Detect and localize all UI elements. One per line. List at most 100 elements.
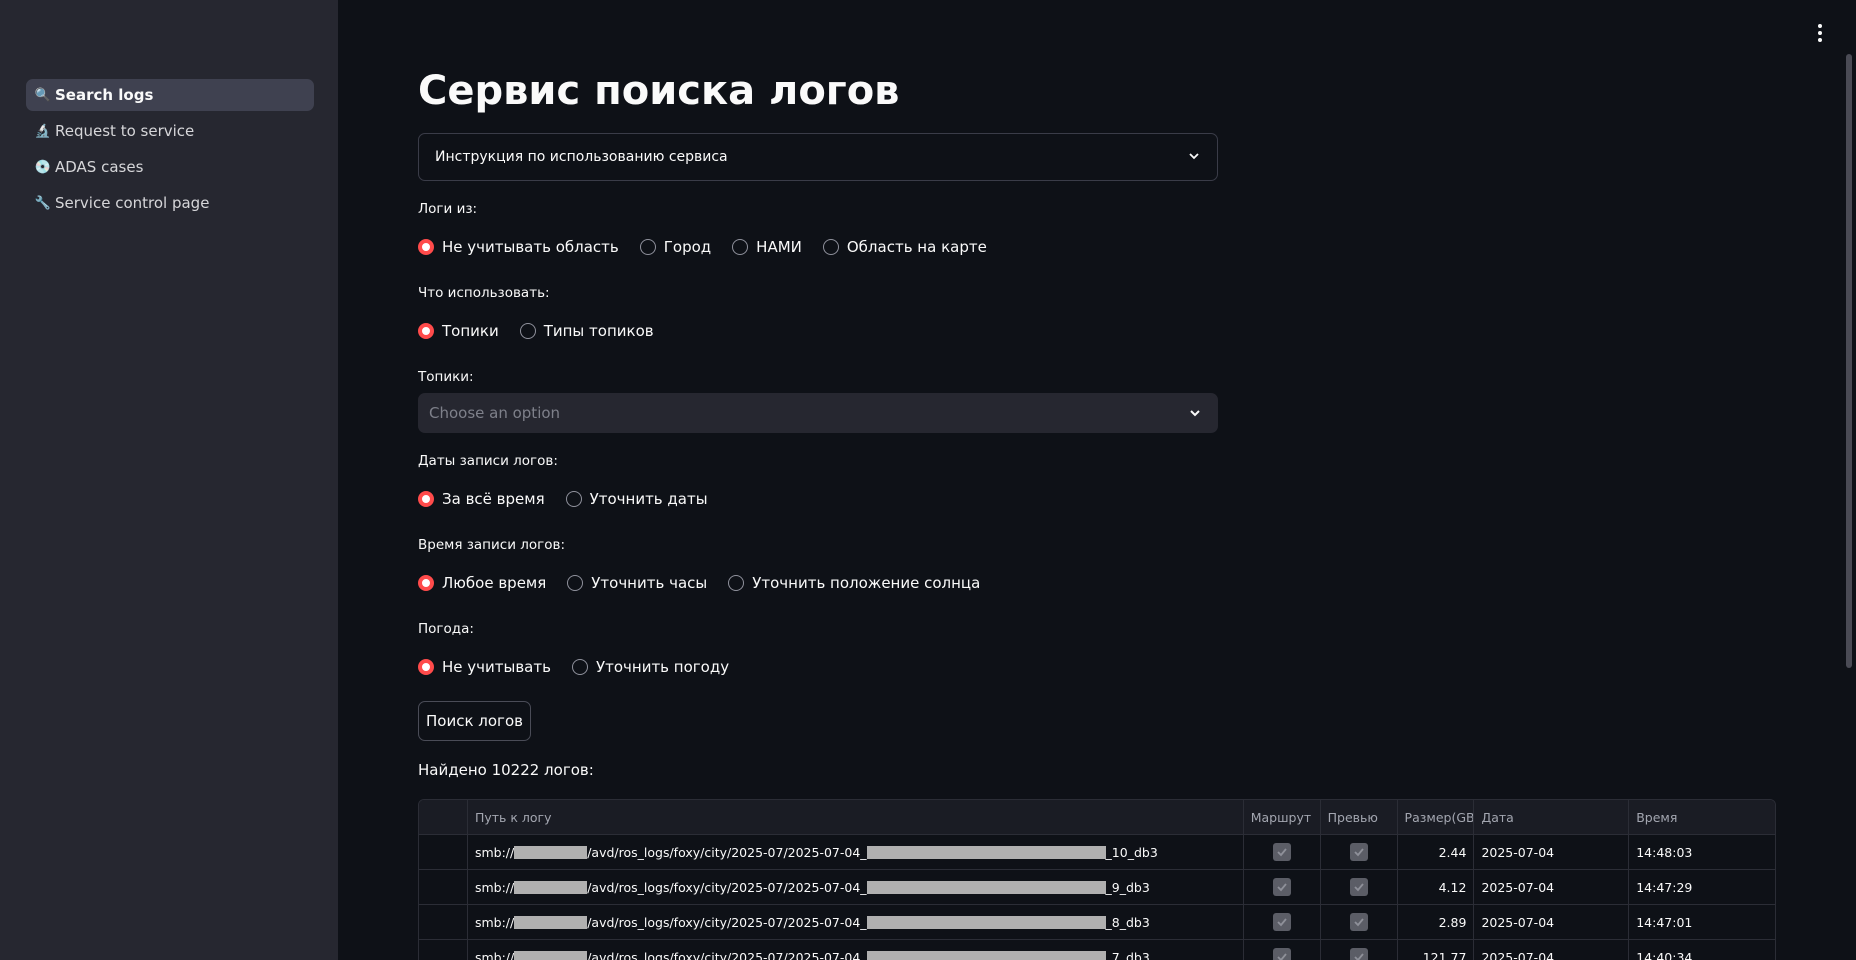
sidebar-item-search-logs[interactable]: 🔍 Search logs <box>26 79 314 111</box>
dates-label: Даты записи логов: <box>418 453 558 469</box>
time-cell: 14:47:01 <box>1636 914 1693 930</box>
radio-all-time[interactable]: За всё время <box>418 490 545 508</box>
row-index <box>419 870 468 904</box>
table-row[interactable]: smb:///avd/ros_logs/foxy/city/2025-07/20… <box>419 940 1775 960</box>
table-header: Путь к логу Маршрут Превью Размер(GB) Да… <box>419 800 1775 835</box>
time-label: Время записи логов: <box>418 537 566 553</box>
column-header-date[interactable]: Дата <box>1474 800 1630 834</box>
more-vertical-icon <box>1818 23 1822 28</box>
checkbox-checked-icon <box>1272 843 1291 861</box>
radio-topics[interactable]: Топики <box>418 322 499 340</box>
table-row[interactable]: smb:///avd/ros_logs/foxy/city/2025-07/20… <box>419 835 1775 870</box>
radio-label: Область на карте <box>846 238 987 256</box>
time-radio-group: Любое время Уточнить часы Уточнить полож… <box>418 574 1001 592</box>
redacted-block <box>866 880 1106 894</box>
sidebar: 🔍 Search logs 🔬 Request to service 💿 ADA… <box>0 0 338 960</box>
redacted-block <box>514 845 588 859</box>
radio-label: За всё время <box>442 490 545 508</box>
radio-label: Уточнить погоду <box>595 658 730 676</box>
index-header <box>419 800 468 834</box>
radio-topic-types[interactable]: Типы топиков <box>519 322 654 340</box>
time-cell: 14:47:29 <box>1636 879 1693 895</box>
radio-logs-from-map-area[interactable]: Область на карте <box>822 238 987 256</box>
log-path-cell[interactable]: smb:///avd/ros_logs/foxy/city/2025-07/20… <box>468 940 1244 960</box>
route-cell <box>1244 905 1321 939</box>
preview-cell <box>1321 940 1398 960</box>
radio-any-time[interactable]: Любое время <box>418 574 546 592</box>
column-header-route[interactable]: Маршрут <box>1244 800 1321 834</box>
checkbox-checked-icon <box>1349 948 1368 960</box>
radio-logs-from-city[interactable]: Город <box>639 238 712 256</box>
size-cell: 2.44 <box>1398 835 1475 869</box>
route-cell <box>1244 835 1321 869</box>
checkbox-checked-icon <box>1272 878 1291 896</box>
weather-radio-group: Не учитывать Уточнить погоду <box>418 658 750 676</box>
radio-weather-ignore[interactable]: Не учитывать <box>418 658 551 676</box>
date-cell: 2025-07-04 <box>1474 905 1630 939</box>
radio-label: Уточнить даты <box>589 490 708 508</box>
search-logs-button[interactable]: Поиск логов <box>418 701 531 741</box>
log-path-cell[interactable]: smb:///avd/ros_logs/foxy/city/2025-07/20… <box>468 870 1244 904</box>
radio-unchecked-icon <box>732 239 749 255</box>
sidebar-item-service-control[interactable]: 🔧 Service control page <box>26 187 314 219</box>
table-row[interactable]: smb:///avd/ros_logs/foxy/city/2025-07/20… <box>419 905 1775 940</box>
sidebar-item-label: Search logs <box>55 86 154 104</box>
results-table[interactable]: Путь к логу Маршрут Превью Размер(GB) Да… <box>418 799 1776 960</box>
route-cell <box>1244 940 1321 960</box>
column-header-size[interactable]: Размер(GB) <box>1398 800 1475 834</box>
log-path-cell[interactable]: smb:///avd/ros_logs/foxy/city/2025-07/20… <box>468 905 1244 939</box>
weather-label: Погода: <box>418 621 474 637</box>
topics-label: Топики: <box>418 369 474 385</box>
microscope-icon: 🔬 <box>34 123 52 139</box>
chevron-down-icon <box>1190 410 1200 417</box>
magnifier-icon: 🔍 <box>34 87 52 103</box>
radio-label: Не учитывать область <box>442 238 619 256</box>
instructions-expander[interactable]: Инструкция по использованию сервиса <box>418 133 1218 181</box>
table-row[interactable]: smb:///avd/ros_logs/foxy/city/2025-07/20… <box>419 870 1775 905</box>
log-path-cell[interactable]: smb:///avd/ros_logs/foxy/city/2025-07/20… <box>468 835 1244 869</box>
radio-specify-weather[interactable]: Уточнить погоду <box>571 658 730 676</box>
radio-checked-icon <box>418 575 434 591</box>
redacted-block <box>866 915 1106 929</box>
time-cell: 14:40:34 <box>1636 949 1693 960</box>
radio-unchecked-icon <box>728 575 745 591</box>
topics-select[interactable]: Choose an option <box>418 393 1218 433</box>
page-title: Сервис поиска логов <box>418 68 900 114</box>
checkbox-checked-icon <box>1349 913 1368 931</box>
radio-label: Город <box>663 238 712 256</box>
column-header-path[interactable]: Путь к логу <box>468 800 1244 834</box>
radio-logs-from-nami[interactable]: НАМИ <box>732 238 802 256</box>
radio-sun-position[interactable]: Уточнить положение солнца <box>728 574 980 592</box>
checkbox-checked-icon <box>1272 948 1291 960</box>
select-placeholder: Choose an option <box>429 404 561 422</box>
redacted-block <box>514 880 588 894</box>
radio-unchecked-icon <box>519 323 536 339</box>
preview-cell <box>1321 870 1398 904</box>
sidebar-item-request-to-service[interactable]: 🔬 Request to service <box>26 115 314 147</box>
radio-label: НАМИ <box>756 238 802 256</box>
radio-label: Любое время <box>442 574 547 592</box>
checkbox-checked-icon <box>1349 843 1368 861</box>
what-use-radio-group: Топики Типы топиков <box>418 322 675 340</box>
radio-logs-from-any-area[interactable]: Не учитывать область <box>418 238 619 256</box>
expander-label: Инструкция по использованию сервиса <box>435 149 728 165</box>
dates-radio-group: За всё время Уточнить даты <box>418 490 729 508</box>
main-menu-button[interactable] <box>1814 22 1826 44</box>
what-use-label: Что использовать: <box>418 285 550 301</box>
radio-checked-icon <box>418 323 434 339</box>
scrollbar[interactable] <box>1846 54 1852 668</box>
column-header-time[interactable]: Время <box>1629 800 1775 834</box>
radio-unchecked-icon <box>567 575 584 591</box>
row-index <box>419 905 468 939</box>
radio-unchecked-icon <box>571 659 588 675</box>
column-header-preview[interactable]: Превью <box>1321 800 1398 834</box>
sidebar-item-adas-cases[interactable]: 💿 ADAS cases <box>26 151 314 183</box>
radio-label: Уточнить положение солнца <box>752 574 981 592</box>
size-cell: 2.89 <box>1398 905 1475 939</box>
wrench-icon: 🔧 <box>34 195 52 211</box>
sidebar-nav: 🔍 Search logs 🔬 Request to service 💿 ADA… <box>26 79 314 223</box>
radio-specify-dates[interactable]: Уточнить даты <box>565 490 708 508</box>
route-cell <box>1244 870 1321 904</box>
radio-specify-hours[interactable]: Уточнить часы <box>567 574 707 592</box>
date-cell: 2025-07-04 <box>1474 870 1630 904</box>
